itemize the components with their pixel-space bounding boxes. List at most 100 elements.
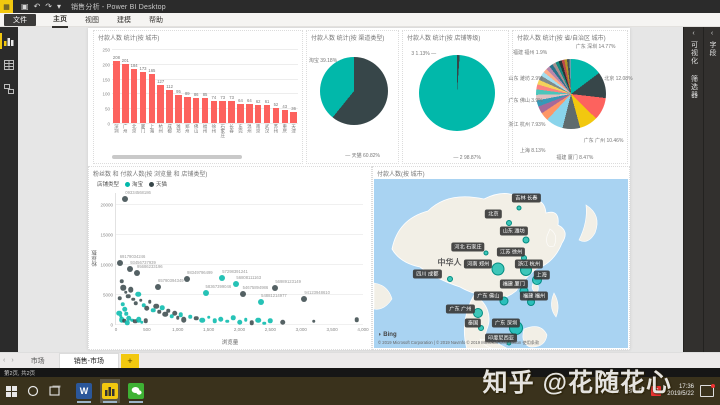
report-view-button[interactable] xyxy=(0,31,18,51)
scatter-point[interactable]: 65790394349 xyxy=(155,284,161,290)
bar-column[interactable]: 73石家庄 xyxy=(218,46,227,146)
bing-logo[interactable]: ◗ Bing xyxy=(378,332,397,338)
scatter-point[interactable]: 69179034246 xyxy=(117,260,123,266)
scatter-point[interactable]: 56989123149 xyxy=(272,285,278,291)
scatter-point[interactable]: 93456737939 xyxy=(127,266,133,272)
bar-column[interactable]: 89郑州 xyxy=(183,46,192,146)
scatter-point[interactable] xyxy=(121,302,126,307)
scatter-point[interactable] xyxy=(157,310,161,314)
taskbar-word-icon[interactable]: W xyxy=(74,379,94,403)
scatter-point[interactable]: 58367399046 xyxy=(203,290,209,296)
scatter-point[interactable] xyxy=(225,320,229,324)
tab-prev-icon[interactable]: ‹ xyxy=(3,357,5,364)
map-city-label[interactable]: 河北 石家庄 xyxy=(451,242,484,251)
bar-column[interactable]: 173厦门 xyxy=(139,46,148,146)
scatter-point[interactable] xyxy=(181,317,187,323)
map-bubble[interactable] xyxy=(516,205,521,210)
bar-column[interactable]: 64温州 xyxy=(245,46,254,146)
scatter-point[interactable] xyxy=(172,310,178,316)
bar-column[interactable]: 64东莞 xyxy=(236,46,245,146)
bar-column[interactable]: 184北京 xyxy=(130,46,139,146)
scatter-point[interactable] xyxy=(126,294,131,299)
collapsed-panel-fields[interactable]: ‹ 字段 xyxy=(703,27,720,352)
scatter-point[interactable]: 09334568186 xyxy=(122,196,128,202)
scatter-point[interactable] xyxy=(207,315,211,319)
scatter-point[interactable] xyxy=(148,300,152,304)
bar-column[interactable]: 61武汉 xyxy=(263,46,272,146)
map-city-label[interactable]: 泰国 xyxy=(465,318,481,327)
redo-icon[interactable]: ↷ xyxy=(45,2,52,11)
visual-pie-channel[interactable]: 付款人数 统计(按 渠道类型) 淘宝 39.18%— 天猫 60.82% xyxy=(306,30,399,164)
menu-tab-help[interactable]: 帮助 xyxy=(148,13,164,27)
undo-icon[interactable]: ↶ xyxy=(34,2,41,11)
map-bubble[interactable] xyxy=(473,308,483,318)
collapsed-panel-visualizations-filters[interactable]: ‹ 可视化 筛选器 xyxy=(683,27,703,352)
map-city-label[interactable]: 福建 厦门 xyxy=(500,279,528,288)
scatter-point[interactable] xyxy=(188,315,192,319)
expand-fields-icon[interactable]: ‹ xyxy=(711,30,713,37)
taskbar-power-bi-icon[interactable] xyxy=(100,379,120,403)
scatter-point[interactable] xyxy=(134,301,139,306)
scatter-point[interactable]: 95686233196 xyxy=(134,270,140,276)
tab-next-icon[interactable]: › xyxy=(11,357,13,364)
scatter-point[interactable] xyxy=(119,279,124,284)
scatter-point[interactable] xyxy=(244,318,248,322)
scatter-point[interactable]: 98349796499 xyxy=(184,276,190,282)
bar-column[interactable]: 62南京 xyxy=(254,46,263,146)
scatter-point[interactable] xyxy=(194,316,199,321)
scatter-legend-item-tmall[interactable]: 天猫 xyxy=(149,180,167,188)
scatter-point[interactable] xyxy=(117,296,122,301)
visual-pie-level[interactable]: 付款人数 统计(按 店铺等级) 3 1.13% —— 2 98.87% xyxy=(402,30,509,164)
map-bubble[interactable] xyxy=(523,236,530,243)
pie-channel-chart[interactable] xyxy=(320,57,388,125)
scatter-point[interactable] xyxy=(255,317,261,323)
map-city-label[interactable]: 广东 广州 xyxy=(446,305,474,314)
map-city-label[interactable]: 江苏 徐州 xyxy=(497,247,525,256)
start-button[interactable] xyxy=(0,377,22,405)
map-city-label[interactable]: 吉林 长春 xyxy=(512,193,540,202)
map-bubble[interactable] xyxy=(492,262,505,275)
scatter-point[interactable] xyxy=(135,292,141,298)
scatter-point[interactable]: 54675894986 xyxy=(240,291,246,297)
model-view-button[interactable] xyxy=(0,79,18,99)
visual-pie-province-city[interactable]: 付款人数 统计(按 省/自治区 城市) 广东 深圳 14.77%北京 12.08… xyxy=(512,30,628,164)
task-view-button[interactable] xyxy=(44,377,66,405)
map-city-label[interactable]: 福建 福州 xyxy=(520,291,548,300)
menu-tab-home[interactable]: 主页 xyxy=(52,12,68,28)
map-city-label[interactable]: 浙江 杭州 xyxy=(515,259,543,268)
pie-level-chart[interactable] xyxy=(419,55,495,131)
menu-file-button[interactable]: 文件 xyxy=(4,14,36,26)
menu-tab-view[interactable]: 视图 xyxy=(84,13,100,27)
bar-column[interactable]: 201广州 xyxy=(121,46,130,146)
visual-bar-chart[interactable]: 付款人数 统计(按 城市) 050100150200250 208深圳201广州… xyxy=(93,30,303,164)
map-bubble[interactable] xyxy=(483,251,488,256)
bar-column[interactable]: 95潍坊 xyxy=(174,46,183,146)
map-bubble[interactable] xyxy=(506,220,512,226)
expand-panel-icon[interactable]: ‹ xyxy=(692,30,694,37)
scatter-point[interactable] xyxy=(231,316,236,321)
bar-column[interactable]: 43重庆 xyxy=(280,46,289,146)
scatter-point[interactable] xyxy=(167,309,171,313)
scatter-point[interactable] xyxy=(280,319,286,325)
bar-column[interactable]: 52苏州 xyxy=(271,46,280,146)
scatter-point[interactable] xyxy=(143,319,148,324)
bar-column[interactable]: 74徐州 xyxy=(209,46,218,146)
scatter-point[interactable] xyxy=(268,319,273,324)
taskbar-wechat-icon[interactable] xyxy=(126,379,146,403)
map-city-label[interactable]: 河南 郑州 xyxy=(464,259,492,268)
scatter-point[interactable] xyxy=(355,317,360,322)
bar-column[interactable]: 165上海 xyxy=(147,46,156,146)
scatter-point[interactable] xyxy=(144,305,150,311)
bar-column[interactable]: 36天津 xyxy=(289,46,298,146)
page-tab-market[interactable]: 市场 xyxy=(17,353,59,369)
scatter-legend-item-taobao[interactable]: 淘宝 xyxy=(125,180,143,188)
scatter-point[interactable] xyxy=(250,320,255,325)
pie-province-chart[interactable] xyxy=(536,59,606,129)
bar-column[interactable]: 85福州 xyxy=(201,46,210,146)
scatter-point[interactable] xyxy=(200,317,206,323)
page-tab-sales-market[interactable]: 销售-市场 xyxy=(59,353,119,369)
scatter-point[interactable]: 56808111163 xyxy=(233,281,239,287)
map-city-label[interactable]: 山东 潍坊 xyxy=(500,227,528,236)
scatter-point[interactable] xyxy=(160,305,165,310)
search-button[interactable] xyxy=(22,377,44,405)
